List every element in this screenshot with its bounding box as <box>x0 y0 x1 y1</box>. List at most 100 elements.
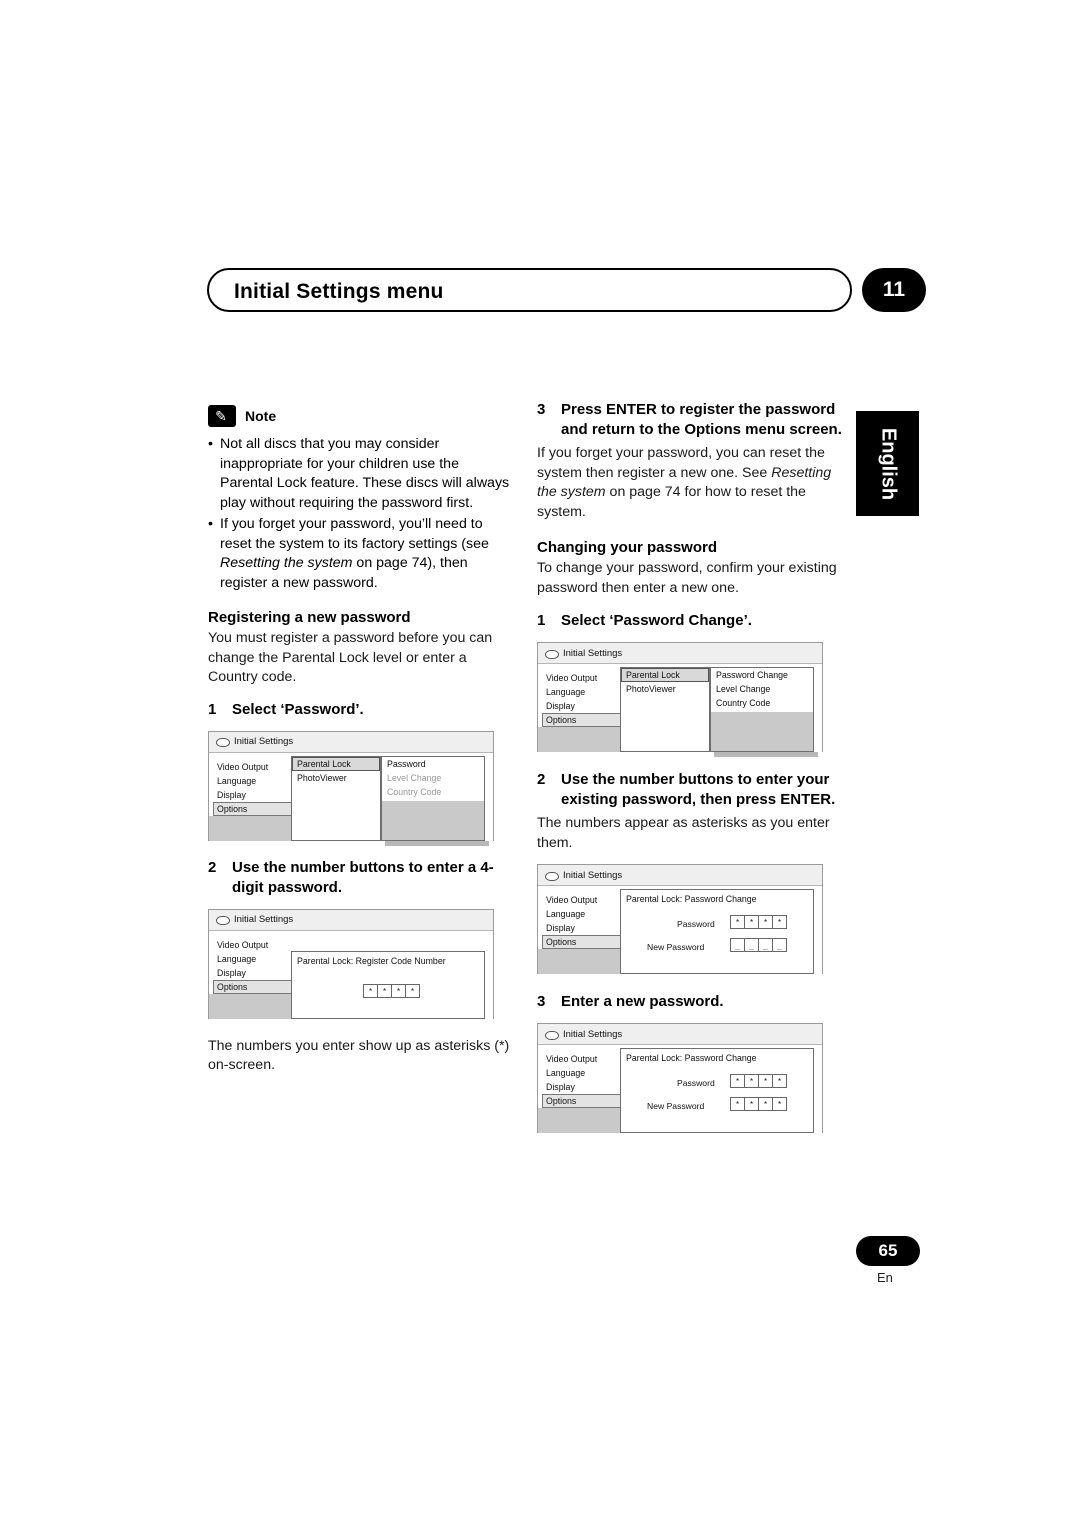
page-number-badge: 65 <box>856 1236 920 1266</box>
submenu-parental-lock[interactable]: Parental Lock <box>292 756 380 771</box>
menu-item-video-output[interactable]: Video Output <box>542 1052 630 1066</box>
option-level-change[interactable]: Level Change <box>711 682 813 696</box>
option-password-change[interactable]: Password Change <box>711 668 813 682</box>
note-bullet-2: If you forget your password, you’ll need… <box>220 516 489 591</box>
osd-figure-4: Initial Settings Video Output Language D… <box>537 864 823 974</box>
password-digit-4[interactable]: * <box>772 1074 787 1088</box>
right-step-3-body: If you forget your password, you can res… <box>537 444 847 522</box>
option-country-code[interactable]: Country Code <box>382 785 484 799</box>
option-country-code[interactable]: Country Code <box>711 696 813 710</box>
code-entry-boxes[interactable]: * * * * <box>363 983 420 998</box>
step-number: 1 <box>537 612 546 629</box>
new-password-digit-4[interactable]: _ <box>772 938 787 952</box>
new-password-entry-boxes[interactable]: * * * * <box>730 1097 787 1111</box>
password-digit-1[interactable]: * <box>730 915 745 929</box>
password-digit-4[interactable]: * <box>772 915 787 929</box>
new-password-digit-2[interactable]: _ <box>744 938 759 952</box>
menu-item-video-output[interactable]: Video Output <box>213 938 301 952</box>
password-digit-1[interactable]: * <box>730 1074 745 1088</box>
menu-item-video-output[interactable]: Video Output <box>542 671 630 685</box>
code-digit-2[interactable]: * <box>377 983 392 998</box>
new-password-digit-3[interactable]: _ <box>758 938 773 952</box>
osd-title: Initial Settings <box>563 1028 623 1040</box>
panel-shadow <box>714 752 818 757</box>
code-digit-4[interactable]: * <box>405 983 420 998</box>
password-entry-boxes[interactable]: * * * * <box>730 915 787 929</box>
osd-figure-5: Initial Settings Video Output Language D… <box>537 1023 823 1133</box>
osd-menu-fill <box>209 993 297 1019</box>
option-level-change[interactable]: Level Change <box>382 771 484 785</box>
bullet-dot: • <box>208 436 213 452</box>
password-label: Password <box>677 1078 715 1088</box>
changing-heading: Changing your password <box>537 539 718 556</box>
password-panel-title: Parental Lock: Password Change <box>626 894 757 904</box>
menu-item-options[interactable]: Options <box>542 713 630 727</box>
new-password-digit-1[interactable]: _ <box>730 938 745 952</box>
password-digit-3[interactable]: * <box>758 915 773 929</box>
new-password-digit-1[interactable]: * <box>730 1097 745 1111</box>
language-tab: English <box>856 411 919 516</box>
menu-item-language[interactable]: Language <box>542 907 630 921</box>
menu-item-options[interactable]: Options <box>213 979 301 994</box>
menu-item-display[interactable]: Display <box>542 699 630 713</box>
note-icon: ✎ <box>208 405 236 427</box>
osd-menu-fill <box>538 949 626 974</box>
menu-item-video-output[interactable]: Video Output <box>213 760 301 774</box>
menu-item-language[interactable]: Language <box>213 952 301 966</box>
password-entry-boxes[interactable]: * * * * <box>730 1074 787 1088</box>
menu-item-display[interactable]: Display <box>213 966 301 980</box>
disc-icon <box>216 915 230 925</box>
osd-body: Video Output Language Display Options Pa… <box>538 1045 822 1133</box>
password-digit-3[interactable]: * <box>758 1074 773 1088</box>
password-digit-2[interactable]: * <box>744 1074 759 1088</box>
password-panel-title: Parental Lock: Password Change <box>626 1053 757 1063</box>
password-digit-2[interactable]: * <box>744 915 759 929</box>
menu-item-display[interactable]: Display <box>542 921 630 935</box>
note-header: ✎ Note <box>208 405 513 427</box>
menu-item-options[interactable]: Options <box>542 1094 630 1108</box>
osd-submenu-panel: Parental Lock PhotoViewer <box>291 755 381 841</box>
new-password-entry-boxes[interactable]: _ _ _ _ <box>730 938 787 952</box>
osd-options-panel: Password Change Level Change Country Cod… <box>710 667 814 752</box>
code-digit-1[interactable]: * <box>363 983 378 998</box>
step-number: 3 <box>537 401 546 418</box>
new-password-digit-2[interactable]: * <box>744 1097 759 1111</box>
new-password-label: New Password <box>647 942 705 952</box>
submenu-photoviewer[interactable]: PhotoViewer <box>621 682 709 696</box>
osd-password-panel: Parental Lock: Password Change Password … <box>620 889 814 974</box>
menu-item-language[interactable]: Language <box>542 1066 630 1080</box>
option-password[interactable]: Password <box>382 757 484 771</box>
menu-item-display[interactable]: Display <box>213 788 301 802</box>
osd-body: Video Output Language Display Options Pa… <box>209 752 493 846</box>
new-password-digit-3[interactable]: * <box>758 1097 773 1111</box>
menu-item-language[interactable]: Language <box>542 685 630 699</box>
menu-item-video-output[interactable]: Video Output <box>542 893 630 907</box>
osd-titlebar: Initial Settings <box>538 1024 822 1045</box>
right-step-2: 2 Use the number buttons to enter your e… <box>537 770 847 810</box>
submenu-photoviewer[interactable]: PhotoViewer <box>292 771 380 785</box>
menu-item-options[interactable]: Options <box>213 801 301 816</box>
page-header: Initial Settings menu 11 <box>207 268 926 312</box>
right-step-1: 1 Select ‘Password Change’. <box>537 611 847 631</box>
menu-item-language[interactable]: Language <box>213 774 301 788</box>
menu-item-display[interactable]: Display <box>542 1080 630 1094</box>
changing-text: To change your password, confirm your ex… <box>537 560 837 596</box>
osd-options-panel: Password Level Change Country Code <box>381 755 485 841</box>
submenu-parental-lock[interactable]: Parental Lock <box>621 668 709 682</box>
step-number: 2 <box>537 771 546 788</box>
page-title: Initial Settings menu <box>234 280 444 303</box>
disc-icon <box>545 871 559 881</box>
right-column: 3 Press ENTER to register the password a… <box>537 400 847 1133</box>
bullet-dot: • <box>208 516 213 532</box>
registering-text: You must register a password before you … <box>208 630 493 685</box>
new-password-digit-4[interactable]: * <box>772 1097 787 1111</box>
step-number: 2 <box>208 858 217 876</box>
osd-menu-column: Video Output Language Display Options <box>542 893 630 949</box>
osd-menu-fill <box>538 727 626 752</box>
menu-item-options[interactable]: Options <box>542 935 630 949</box>
osd-body: Video Output Language Display Options Pa… <box>538 664 822 757</box>
osd-figure-1: Initial Settings Video Output Language D… <box>208 730 494 846</box>
right-step-3b: 3 Enter a new password. <box>537 992 847 1012</box>
step-text: Select ‘Password Change’. <box>561 612 752 629</box>
code-digit-3[interactable]: * <box>391 983 406 998</box>
